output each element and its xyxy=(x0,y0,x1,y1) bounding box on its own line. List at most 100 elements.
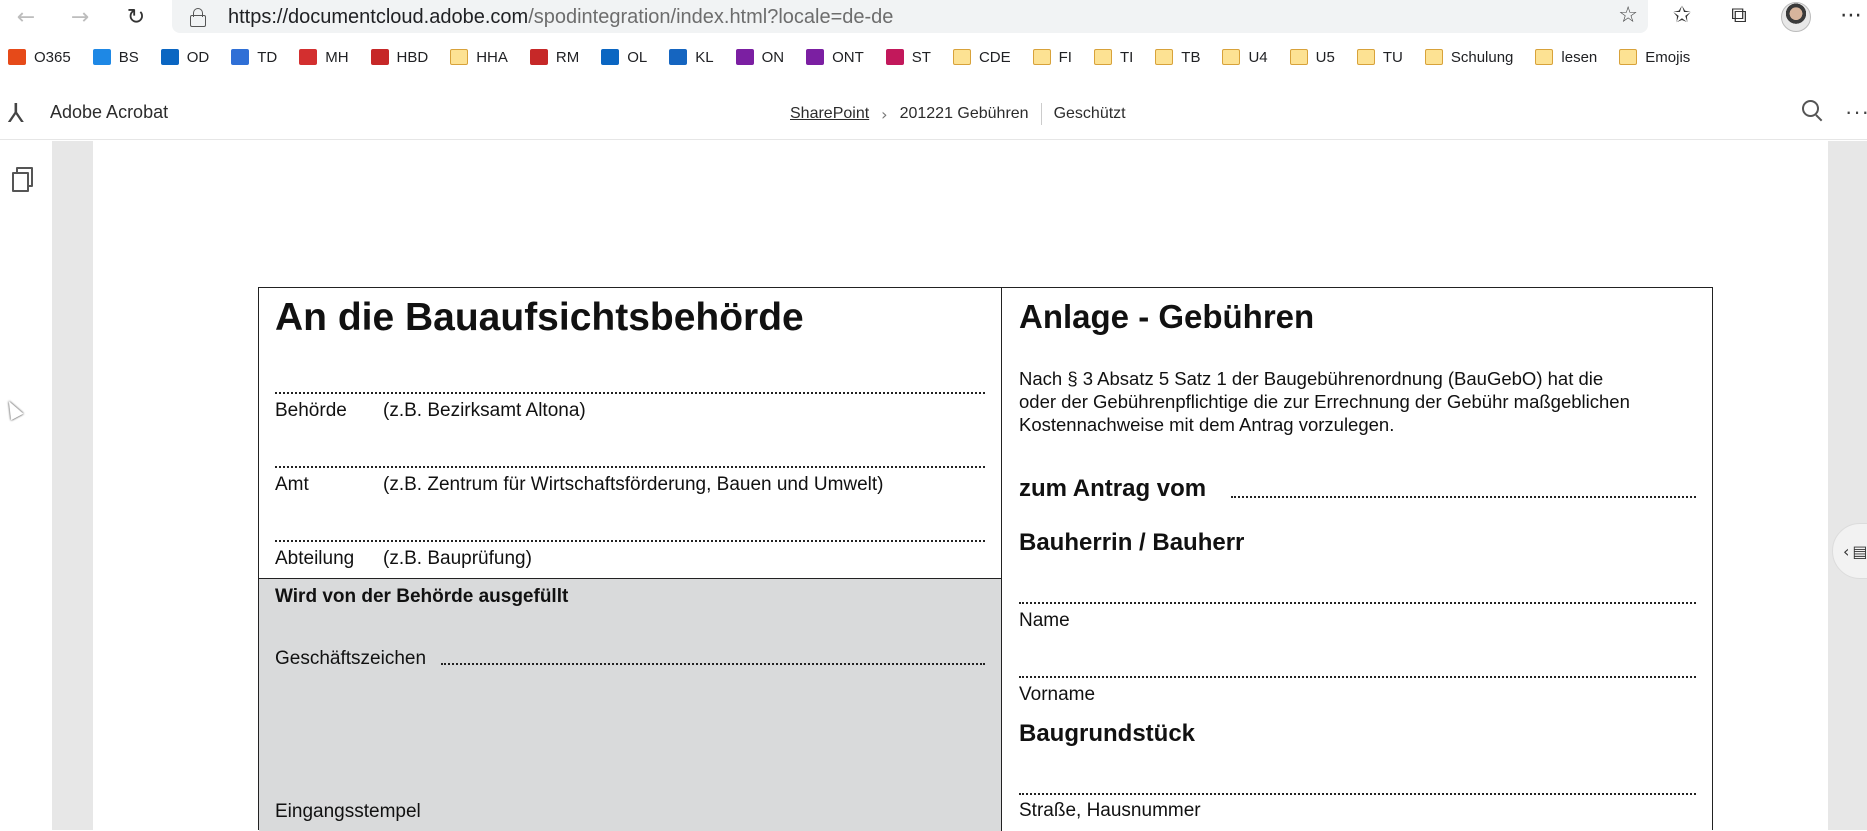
left-rail xyxy=(0,141,52,830)
bookmark-label: HBD xyxy=(396,48,429,66)
amt-field[interactable] xyxy=(275,466,985,468)
abteilung-field[interactable] xyxy=(275,540,985,542)
bookmark-label: Emojis xyxy=(1645,48,1691,66)
bookmarks-bar: O365 BS OD TD MH HBD HHA RM OL KL ON ONT ST CDE FI TI TB… xyxy=(0,42,1867,72)
bookmark-on[interactable]: ON xyxy=(735,48,785,66)
bookmark-ti[interactable]: TI xyxy=(1093,48,1134,66)
back-arrow-icon[interactable]: ← xyxy=(12,4,40,30)
abteilung-hint: (z.B. Bauprüfung) xyxy=(383,548,532,569)
bookmark-kl[interactable]: KL xyxy=(669,48,714,66)
bookmark-ol[interactable]: OL xyxy=(601,49,647,66)
favorite-star-icon[interactable]: ☆ xyxy=(1618,3,1638,28)
bookmark-hbd[interactable]: HBD xyxy=(370,48,429,66)
grundstueck-heading: Baugrundstück xyxy=(1019,720,1196,747)
bookmark-label: ST xyxy=(911,48,931,66)
folder-icon xyxy=(952,49,971,65)
bookmark-label: TI xyxy=(1119,48,1134,66)
amt-label: Amt xyxy=(275,474,309,495)
todo-icon xyxy=(231,49,250,65)
bookmark-od[interactable]: OD xyxy=(160,48,210,66)
bookmark-emojis[interactable]: Emojis xyxy=(1619,49,1690,66)
bookmark-mh[interactable]: MH xyxy=(299,48,349,66)
bookmark-lesen[interactable]: lesen xyxy=(1535,49,1597,66)
search-icon[interactable] xyxy=(1800,98,1826,124)
bookmark-label: O365 xyxy=(34,48,71,66)
acrobat-toolbar: ⅄ Adobe Acrobat SharePoint › 201221 Gebü… xyxy=(0,88,1867,140)
bookmark-label: KL xyxy=(695,48,714,66)
bookmark-label: OL xyxy=(627,48,648,66)
breadcrumb-sharepoint[interactable]: SharePoint xyxy=(790,105,869,123)
behoerde-field[interactable] xyxy=(275,392,985,394)
bookmark-label: OD xyxy=(186,48,210,66)
bookmark-label: BS xyxy=(118,48,139,66)
bookmark-label: lesen xyxy=(1561,48,1598,66)
bookmark-hha[interactable]: HHA xyxy=(450,49,508,66)
reload-icon[interactable]: ↻ xyxy=(122,4,150,30)
folder-icon xyxy=(1619,49,1638,65)
intro-paragraph: Nach § 3 Absatz 5 Satz 1 der Baugebühren… xyxy=(1019,368,1630,435)
form-left-column: An die Bauaufsichtsbehörde Behörde (z.B.… xyxy=(259,288,1002,831)
vorname-label: Vorname xyxy=(1019,684,1096,705)
bookmark-bs[interactable]: BS xyxy=(92,48,139,66)
hbd-icon xyxy=(370,49,389,65)
lock-icon[interactable] xyxy=(190,8,206,27)
acrobat-logo-icon[interactable]: ⅄ xyxy=(8,99,38,129)
strasse-field[interactable] xyxy=(1019,793,1696,795)
office-icon xyxy=(8,49,26,65)
left-title: An die Bauaufsichtsbehörde xyxy=(275,296,804,339)
behoerde-hint: (z.B. Bezirksamt Altona) xyxy=(383,400,586,421)
bookmark-u5[interactable]: U5 xyxy=(1289,49,1335,66)
onedrive-icon xyxy=(160,49,179,65)
url-text[interactable]: https://documentcloud.adobe.com/spodinte… xyxy=(228,6,893,29)
bookmark-td[interactable]: TD xyxy=(231,49,277,66)
bookmark-rm[interactable]: RM xyxy=(529,48,580,66)
bookmark-st[interactable]: ST xyxy=(885,48,931,66)
address-bar[interactable]: https://documentcloud.adobe.com/spodinte… xyxy=(172,0,1648,33)
folder-icon xyxy=(1222,49,1241,65)
bookmark-label: FI xyxy=(1058,48,1072,66)
folder-icon xyxy=(1356,49,1375,65)
vorname-field[interactable] xyxy=(1019,676,1696,678)
bookmark-label: MH xyxy=(325,48,349,66)
bookmark-label: U4 xyxy=(1248,48,1268,66)
breadcrumb-file: 201221 Gebühren xyxy=(899,105,1029,122)
rm-icon xyxy=(529,49,548,65)
bookmark-label: HHA xyxy=(476,48,508,66)
browser-menu-icon[interactable]: ⋯ xyxy=(1836,3,1866,28)
more-options-icon[interactable]: ··· xyxy=(1845,99,1867,125)
profile-avatar[interactable] xyxy=(1781,2,1811,32)
folder-icon xyxy=(1155,49,1174,65)
collections-icon[interactable]: ⧉ xyxy=(1724,3,1754,28)
antrag-date-field[interactable] xyxy=(1231,496,1696,498)
bookmark-schulung[interactable]: Schulung xyxy=(1424,48,1514,66)
folder-icon xyxy=(1032,49,1051,65)
office-use-section: Wird von der Behörde ausgefüllt Geschäft… xyxy=(259,578,1001,831)
page-thumbnails-icon[interactable] xyxy=(12,167,33,192)
folder-icon xyxy=(450,49,469,65)
bookmark-label: RM xyxy=(555,48,580,66)
bookmark-label: TD xyxy=(257,48,278,66)
bookmark-fi[interactable]: FI xyxy=(1032,48,1072,66)
app-name: Adobe Acrobat xyxy=(50,102,169,122)
bookmark-tb[interactable]: TB xyxy=(1155,49,1200,66)
protection-status: Geschützt xyxy=(1053,105,1126,122)
right-title: Anlage - Gebühren xyxy=(1019,298,1315,335)
fee-form: An die Bauaufsichtsbehörde Behörde (z.B.… xyxy=(258,287,1713,831)
name-field[interactable] xyxy=(1019,602,1696,604)
mh-icon xyxy=(299,49,318,65)
bookmark-o365[interactable]: O365 xyxy=(8,49,71,66)
stream-icon xyxy=(885,49,904,65)
bookmark-ont[interactable]: ONT xyxy=(806,49,864,66)
bookmark-label: ON xyxy=(761,48,785,66)
bookmark-label: CDE xyxy=(978,48,1011,66)
forward-arrow-icon[interactable]: → xyxy=(66,4,94,30)
geschaeftszeichen-label: Geschäftszeichen xyxy=(275,648,427,669)
geschaeftszeichen-field[interactable] xyxy=(441,663,985,665)
favorites-icon[interactable]: ✩ xyxy=(1667,3,1697,28)
bookmark-tu[interactable]: TU xyxy=(1356,49,1403,66)
bookmark-u4[interactable]: U4 xyxy=(1222,48,1268,66)
bookmark-label: Schulung xyxy=(1450,48,1514,66)
bookmark-cde[interactable]: CDE xyxy=(952,48,1011,66)
breadcrumb: SharePoint › 201221 Gebühren Geschützt xyxy=(790,103,1126,125)
bauherr-heading: Bauherrin / Bauherr xyxy=(1019,529,1245,556)
